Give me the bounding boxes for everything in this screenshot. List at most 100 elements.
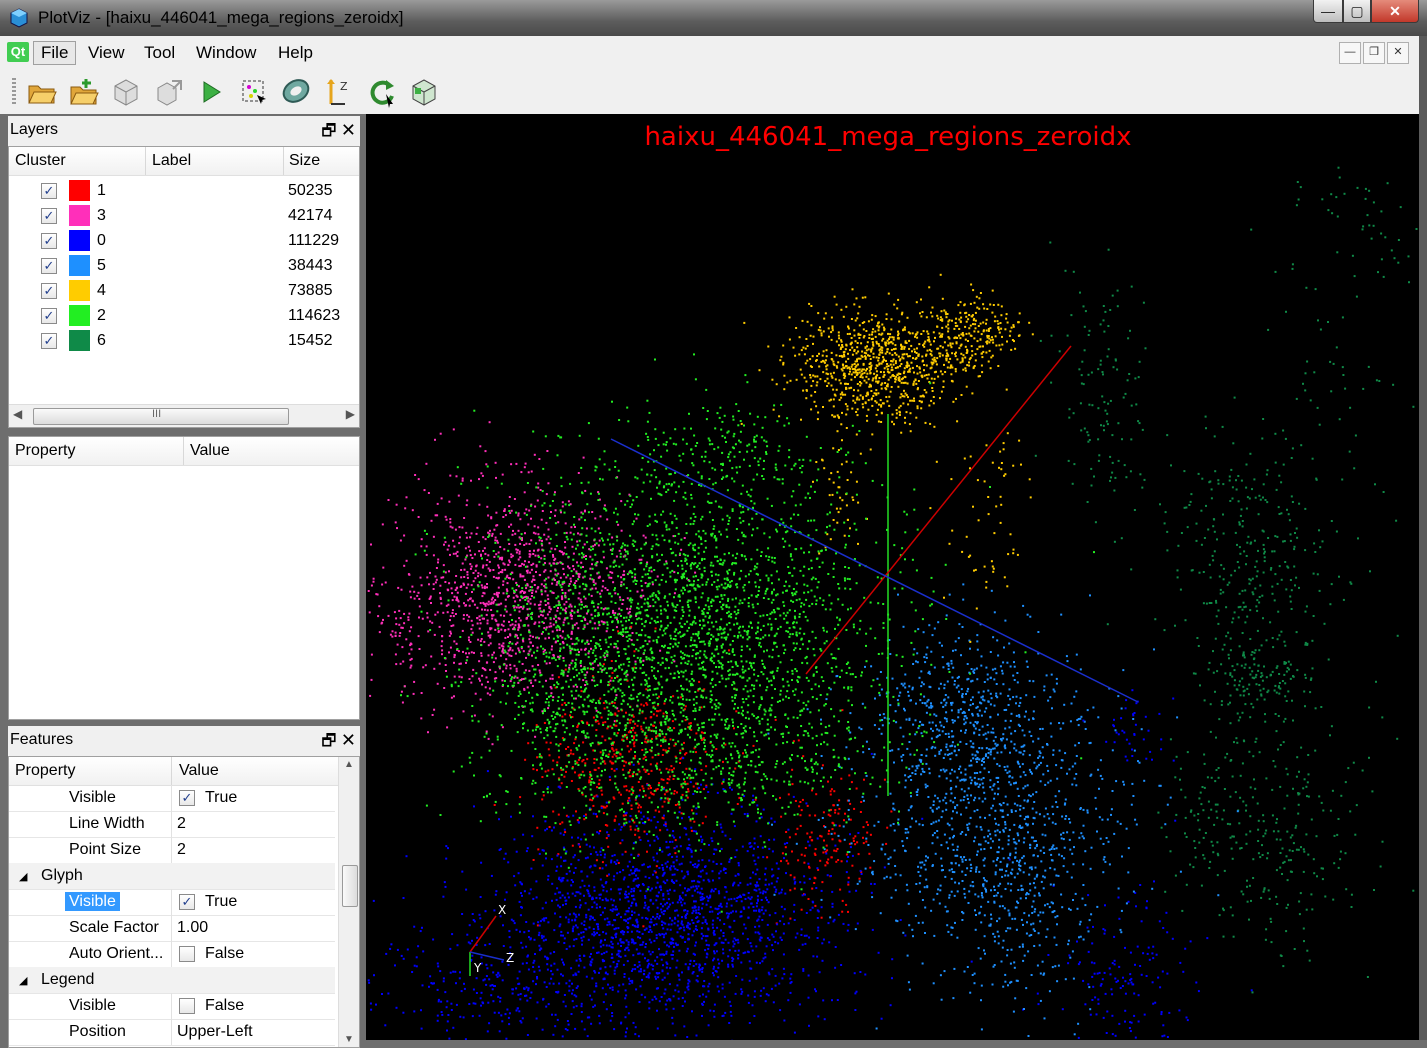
box-gray-icon[interactable] — [110, 76, 142, 108]
maximize-button[interactable]: ▢ — [1343, 0, 1371, 23]
column-value[interactable]: Value — [190, 442, 230, 460]
select-region-icon[interactable] — [238, 76, 270, 108]
window-titlebar[interactable]: PlotViz - [haixu_446041_mega_regions_zer… — [0, 0, 1427, 36]
layer-visible-checkbox[interactable]: ✓ — [41, 183, 57, 199]
feature-row[interactable]: Scale Factor1.00 — [9, 915, 335, 942]
feature-value[interactable]: 2 — [177, 841, 186, 859]
scroll-thumb[interactable] — [342, 865, 358, 907]
data-point-cluster-0 — [563, 834, 565, 836]
layer-visible-checkbox[interactable]: ✓ — [41, 258, 57, 274]
feature-checkbox[interactable] — [179, 998, 195, 1014]
lasso-icon[interactable] — [280, 76, 312, 108]
data-point-cluster-0 — [634, 964, 636, 966]
layer-visible-checkbox[interactable]: ✓ — [41, 233, 57, 249]
float-dock-icon[interactable]: 🗗 — [321, 123, 336, 140]
feature-row[interactable]: VisibleFalse — [9, 993, 335, 1020]
menu-view[interactable]: View — [81, 42, 132, 64]
column-label[interactable]: Label — [152, 152, 191, 170]
layer-visible-checkbox[interactable]: ✓ — [41, 333, 57, 349]
feature-row[interactable]: PositionUpper-Left — [9, 1019, 335, 1046]
open-folder-icon[interactable] — [26, 76, 58, 108]
data-point-cluster-3 — [537, 526, 539, 528]
feature-value[interactable]: Upper-Left — [177, 1023, 253, 1041]
scroll-thumb[interactable]: III — [33, 408, 289, 425]
point-cloud-canvas[interactable]: haixu_446041_mega_regions_zeroidx XYZ — [366, 114, 1419, 1040]
collapse-triangle-icon[interactable]: ◢ — [19, 870, 27, 883]
feature-group-legend[interactable]: ◢Legend — [9, 967, 335, 994]
mdi-minimize-button[interactable]: — — [1339, 42, 1361, 64]
layer-row[interactable]: ✓342174 — [39, 205, 359, 229]
data-point-cluster-6 — [1269, 621, 1271, 623]
menu-tool[interactable]: Tool — [137, 42, 182, 64]
layer-visible-checkbox[interactable]: ✓ — [41, 208, 57, 224]
data-point-cluster-0 — [606, 802, 608, 804]
cluster-color-swatch[interactable] — [69, 305, 90, 326]
column-size[interactable]: Size — [289, 152, 320, 170]
float-dock-icon[interactable]: 🗗 — [321, 733, 336, 750]
play-icon[interactable] — [195, 76, 227, 108]
layers-horizontal-scrollbar[interactable]: ◀ III ▶ — [9, 404, 359, 427]
feature-checkbox[interactable]: ✓ — [179, 790, 195, 806]
column-property[interactable]: Property — [15, 442, 75, 460]
close-button[interactable]: ✕ — [1371, 0, 1419, 23]
close-dock-icon[interactable]: ✕ — [341, 730, 356, 750]
feature-row[interactable]: Point Size2 — [9, 837, 335, 864]
minimize-button[interactable]: — — [1313, 0, 1343, 23]
box-cube-icon[interactable] — [408, 76, 440, 108]
scroll-right-icon[interactable]: ▶ — [346, 407, 355, 421]
feature-row[interactable]: Auto Orient...False — [9, 941, 335, 968]
scroll-up-icon[interactable]: ▲ — [344, 759, 354, 770]
data-point-cluster-6 — [1322, 868, 1324, 870]
feature-group-glyph[interactable]: ◢Glyph — [9, 863, 335, 890]
data-point-cluster-3 — [560, 551, 562, 553]
cluster-color-swatch[interactable] — [69, 230, 90, 251]
collapse-triangle-icon[interactable]: ◢ — [19, 974, 27, 987]
menu-help[interactable]: Help — [271, 42, 320, 64]
feature-value[interactable]: 1.00 — [177, 919, 208, 937]
data-point-cluster-0 — [603, 952, 605, 954]
cluster-color-swatch[interactable] — [69, 205, 90, 226]
close-dock-icon[interactable]: ✕ — [341, 120, 356, 140]
data-point-cluster-0 — [558, 892, 560, 894]
layer-visible-checkbox[interactable]: ✓ — [41, 308, 57, 324]
data-point-cluster-3 — [507, 636, 509, 638]
data-point-cluster-3 — [520, 620, 522, 622]
menu-file[interactable]: File — [33, 41, 76, 65]
layer-row[interactable]: ✓473885 — [39, 280, 359, 304]
axes-xyz-icon[interactable]: Z — [323, 76, 355, 108]
cluster-color-swatch[interactable] — [69, 255, 90, 276]
rotate-refresh-icon[interactable] — [366, 76, 398, 108]
features-vertical-scrollbar[interactable]: ▲ ▼ — [338, 757, 359, 1047]
feature-row[interactable]: Line Width2 — [9, 811, 335, 838]
toolbar-grip[interactable] — [12, 78, 16, 106]
feature-row[interactable]: Visible✓True — [9, 785, 335, 812]
mdi-close-button[interactable]: ✕ — [1387, 42, 1409, 64]
layer-row[interactable]: ✓538443 — [39, 255, 359, 279]
cluster-color-swatch[interactable] — [69, 330, 90, 351]
box-export-icon[interactable] — [153, 76, 185, 108]
column-property[interactable]: Property — [15, 762, 75, 780]
layer-row[interactable]: ✓150235 — [39, 180, 359, 204]
layer-row[interactable]: ✓615452 — [39, 330, 359, 354]
data-point-cluster-0 — [547, 921, 549, 923]
layer-visible-checkbox[interactable]: ✓ — [41, 283, 57, 299]
feature-checkbox[interactable]: ✓ — [179, 894, 195, 910]
scroll-left-icon[interactable]: ◀ — [13, 407, 22, 421]
layer-row[interactable]: ✓2114623 — [39, 305, 359, 329]
data-point-cluster-6 — [1196, 523, 1198, 525]
feature-checkbox[interactable] — [179, 946, 195, 962]
cluster-color-swatch[interactable] — [69, 280, 90, 301]
column-value[interactable]: Value — [179, 762, 219, 780]
open-add-icon[interactable] — [68, 76, 100, 108]
column-cluster[interactable]: Cluster — [15, 152, 66, 170]
cluster-color-swatch[interactable] — [69, 180, 90, 201]
data-point-cluster-0 — [704, 949, 706, 951]
feature-row[interactable]: Visible✓True — [9, 889, 335, 916]
layer-row[interactable]: ✓0111229 — [39, 230, 359, 254]
data-point-cluster-6 — [1285, 768, 1287, 770]
plot-viewport[interactable]: haixu_446041_mega_regions_zeroidx XYZ — [366, 114, 1419, 1040]
data-point-cluster-6 — [1201, 544, 1203, 546]
menu-window[interactable]: Window — [189, 42, 263, 64]
feature-value[interactable]: 2 — [177, 815, 186, 833]
mdi-restore-button[interactable]: ❐ — [1363, 42, 1385, 64]
